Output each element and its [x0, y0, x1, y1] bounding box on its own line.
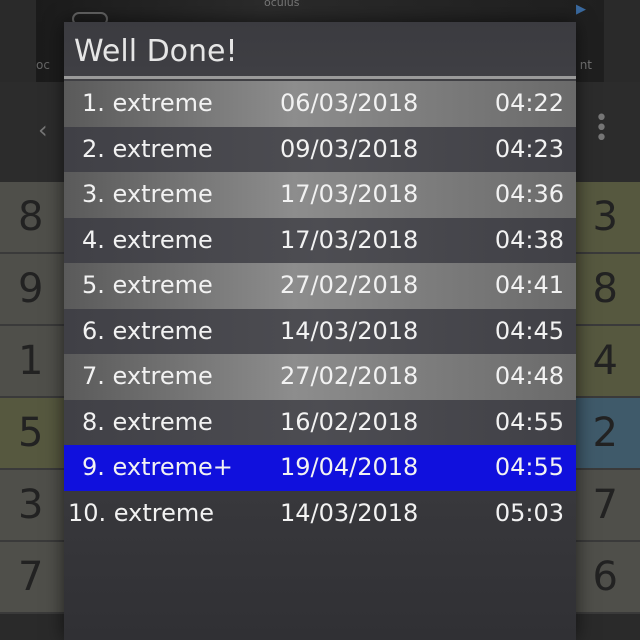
- score-name: 5. extreme: [82, 271, 213, 299]
- score-row[interactable]: 2. extreme 09/03/2018 04:23: [64, 126, 576, 172]
- score-name: 3. extreme: [82, 180, 213, 208]
- score-name: 6. extreme: [82, 316, 213, 345]
- score-row-current[interactable]: 9. extreme+ 19/04/2018 04:55: [64, 445, 576, 491]
- score-time: 04:55: [494, 407, 564, 436]
- score-name: 4. extreme: [82, 225, 213, 254]
- grid-cell[interactable]: 6: [574, 542, 640, 614]
- score-date: 09/03/2018: [280, 134, 419, 163]
- sudoku-grid-left-column: 8 9 1 5 3 7: [0, 182, 66, 614]
- score-row[interactable]: 7. extreme 27/02/2018 04:48: [64, 354, 576, 400]
- score-row[interactable]: 6. extreme 14/03/2018 04:45: [64, 308, 576, 354]
- grid-cell[interactable]: 3: [0, 470, 66, 542]
- high-score-list: 1. extreme 06/03/2018 04:22 2. extreme 0…: [64, 81, 576, 536]
- score-name: 9. extreme+: [82, 453, 233, 481]
- score-date: 27/02/2018: [280, 271, 419, 299]
- score-date: 14/03/2018: [280, 316, 419, 345]
- grid-cell[interactable]: 2: [574, 398, 640, 470]
- score-time: 04:48: [494, 362, 564, 390]
- score-date: 17/03/2018: [280, 180, 419, 208]
- grid-cell[interactable]: 9: [0, 254, 66, 326]
- score-date: 19/04/2018: [280, 453, 419, 481]
- score-time: 04:23: [494, 134, 564, 163]
- grid-cell[interactable]: 4: [574, 326, 640, 398]
- grid-cell[interactable]: 7: [574, 470, 640, 542]
- score-name: 10. extreme: [68, 498, 215, 527]
- score-date: 17/03/2018: [280, 225, 419, 254]
- score-time: 04:22: [494, 89, 564, 117]
- grid-cell[interactable]: 8: [574, 254, 640, 326]
- overflow-menu-icon[interactable]: • • •: [595, 108, 608, 150]
- ad-text-fragment-right: nt: [579, 58, 592, 72]
- title-divider: [64, 76, 576, 79]
- score-name: 2. extreme: [82, 134, 213, 163]
- score-row[interactable]: 5. extreme 27/02/2018 04:41: [64, 263, 576, 309]
- score-name: 1. extreme: [82, 89, 213, 117]
- grid-cell[interactable]: 8: [0, 182, 66, 254]
- score-row[interactable]: 4. extreme 17/03/2018 04:38: [64, 217, 576, 263]
- score-row[interactable]: 1. extreme 06/03/2018 04:22: [64, 81, 576, 127]
- score-row[interactable]: 10. extreme 14/03/2018 05:03: [64, 491, 576, 537]
- score-row[interactable]: 3. extreme 17/03/2018 04:36: [64, 172, 576, 218]
- score-date: 16/02/2018: [280, 407, 419, 436]
- score-time: 04:55: [494, 453, 564, 481]
- score-date: 14/03/2018: [280, 498, 419, 527]
- sudoku-grid-right-column: 3 8 4 2 7 6: [574, 182, 640, 614]
- score-name: 8. extreme: [82, 407, 213, 436]
- score-time: 04:36: [494, 180, 564, 208]
- ad-brand-text: oculus: [264, 0, 300, 9]
- score-date: 06/03/2018: [280, 89, 419, 117]
- score-date: 27/02/2018: [280, 362, 419, 390]
- score-time: 05:03: [494, 498, 564, 527]
- score-time: 04:45: [494, 316, 564, 345]
- score-time: 04:38: [494, 225, 564, 254]
- well-done-dialog: Well Done! 1. extreme 06/03/2018 04:22 2…: [64, 22, 576, 640]
- score-row[interactable]: 8. extreme 16/02/2018 04:55: [64, 399, 576, 445]
- back-arrow-icon[interactable]: ‹: [38, 116, 48, 144]
- score-time: 04:41: [494, 271, 564, 299]
- score-name: 7. extreme: [82, 362, 213, 390]
- grid-cell[interactable]: 5: [0, 398, 66, 470]
- ad-text-fragment-left: oc: [36, 58, 50, 72]
- dialog-title: Well Done!: [74, 34, 238, 69]
- grid-cell[interactable]: 1: [0, 326, 66, 398]
- grid-cell[interactable]: 3: [574, 182, 640, 254]
- ad-choices-icon[interactable]: ▶: [576, 2, 594, 18]
- grid-cell[interactable]: 7: [0, 542, 66, 614]
